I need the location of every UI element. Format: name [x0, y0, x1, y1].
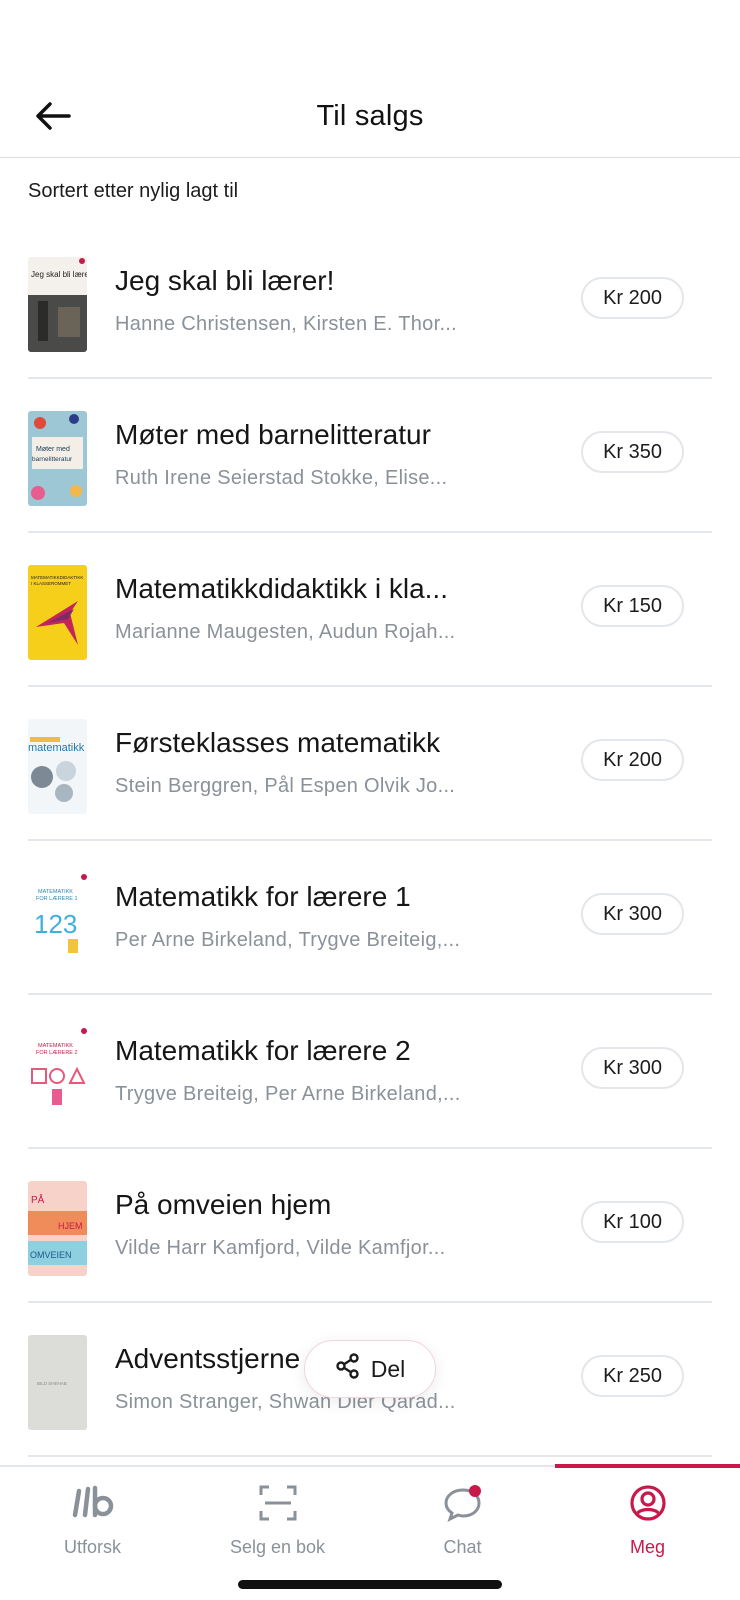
price-badge: Kr 300 [581, 893, 684, 935]
list-item[interactable]: Jeg skal bli lærer! Jeg skal bli lærer! … [28, 225, 712, 379]
tab-selg-en-bok[interactable]: Selg en bok [185, 1467, 370, 1577]
book-cover: MATEMATIKK FOR LÆRERE 1 123 [28, 873, 87, 968]
book-cover: MATEMATIKKDIDAKTIKK I KLASSEROMMET [28, 565, 87, 660]
list-item[interactable]: MATEMATIKK FOR LÆRERE 1 123 Matematikk f… [28, 841, 712, 995]
list-item[interactable]: MATEMATIKKDIDAKTIKK I KLASSEROMMET Matem… [28, 533, 712, 687]
share-icon [335, 1353, 361, 1385]
book-title: Møter med barnelitteratur [115, 419, 431, 450]
chat-bubble-icon [443, 1483, 483, 1523]
price-badge: Kr 150 [581, 585, 684, 627]
tab-label: Chat [443, 1537, 482, 1557]
price-badge: Kr 100 [581, 1201, 684, 1243]
svg-text:MATEMATIKK: MATEMATIKK [38, 1043, 73, 1049]
book-cover: MATEMATIKK FOR LÆRERE 2 [28, 1027, 87, 1122]
price-badge: Kr 300 [581, 1047, 684, 1089]
book-authors: Ruth Irene Seierstad Stokke, Elise... [115, 467, 448, 489]
sort-label[interactable]: Sortert etter nylig lagt til [28, 180, 238, 203]
book-title: Matematikkdidaktikk i kla... [115, 573, 448, 604]
page-title: Til salgs [316, 100, 424, 132]
svg-text:PÅ: PÅ [31, 1193, 45, 1206]
book-title: Adventsstjerne [115, 1343, 301, 1374]
user-circle-icon [629, 1483, 667, 1523]
book-cover: PÅ HJEM OMVEIEN [28, 1181, 87, 1276]
list-item[interactable]: MATEMATIKK FOR LÆRERE 2 Matematikk for l… [28, 995, 712, 1149]
book-cover: matematikk [28, 719, 87, 814]
scan-icon [259, 1483, 297, 1523]
svg-text:FOR LÆRERE 2: FOR LÆRERE 2 [36, 1050, 78, 1056]
cover-text: Jeg skal bli lærer! [31, 270, 87, 279]
svg-text:I KLASSEROMMET: I KLASSEROMMET [31, 581, 71, 586]
book-title: Jeg skal bli lærer! [115, 265, 335, 296]
book-cover: BILD SHEHAB [28, 1335, 87, 1430]
tab-label: Utforsk [63, 1537, 121, 1557]
list-item[interactable]: matematikk Førsteklasses matematikk Stei… [28, 687, 712, 841]
svg-text:FOR LÆRERE 1: FOR LÆRERE 1 [36, 896, 78, 902]
book-title: På omveien hjem [115, 1189, 332, 1220]
svg-text:matematikk: matematikk [28, 742, 85, 754]
book-authors: Marianne Maugesten, Audun Rojah... [115, 621, 456, 643]
book-cover: Jeg skal bli lærer! [28, 257, 87, 352]
share-label: Del [370, 1355, 406, 1382]
svg-text:barnelitteratur: barnelitteratur [32, 456, 73, 463]
svg-text:MATEMATIKK: MATEMATIKK [38, 889, 73, 895]
svg-text:MATEMATIKKDIDAKTIKK: MATEMATIKKDIDAKTIKK [31, 575, 83, 580]
svg-text:123: 123 [34, 909, 77, 939]
price-badge: Kr 350 [581, 431, 684, 473]
book-authors: Vilde Harr Kamfjord, Vilde Kamfjor... [115, 1237, 446, 1259]
share-button[interactable]: Del [304, 1340, 436, 1398]
book-authors: Hanne Christensen, Kirsten E. Thor... [115, 313, 458, 335]
book-cover: Møter med barnelitteratur [28, 411, 87, 506]
book-authors: Per Arne Birkeland, Trygve Breiteig,... [115, 929, 461, 951]
tab-label: Meg [629, 1537, 665, 1557]
book-authors: Trygve Breiteig, Per Arne Birkeland,... [115, 1083, 461, 1105]
cover-text: BILD SHEHAB [37, 1381, 67, 1386]
home-indicator [238, 1580, 502, 1589]
header: Til salgs [0, 0, 740, 158]
book-title: Førsteklasses matematikk [115, 727, 441, 758]
tab-meg[interactable]: Meg [555, 1467, 740, 1577]
svg-text:Møter med: Møter med [36, 446, 70, 453]
list-item[interactable]: PÅ HJEM OMVEIEN På omveien hjem Vilde Ha… [28, 1149, 712, 1303]
lb-logo-icon [71, 1483, 115, 1523]
price-badge: Kr 200 [581, 277, 684, 319]
price-badge: Kr 200 [581, 739, 684, 781]
unread-badge [468, 1485, 481, 1497]
tab-label: Selg en bok [229, 1537, 326, 1557]
tab-chat[interactable]: Chat [370, 1467, 555, 1577]
svg-text:HJEM: HJEM [58, 1221, 83, 1231]
tab-utforsk[interactable]: Utforsk [0, 1467, 185, 1577]
svg-text:OMVEIEN: OMVEIEN [30, 1250, 72, 1260]
book-title: Matematikk for lærere 2 [115, 1035, 411, 1066]
book-authors: Stein Berggren, Pål Espen Olvik Jo... [115, 775, 456, 797]
price-badge: Kr 250 [581, 1355, 684, 1397]
list-item[interactable]: Møter med barnelitteratur Møter med barn… [28, 379, 712, 533]
book-list: Jeg skal bli lærer! Jeg skal bli lærer! … [0, 225, 740, 1457]
book-title: Matematikk for lærere 1 [115, 881, 411, 912]
